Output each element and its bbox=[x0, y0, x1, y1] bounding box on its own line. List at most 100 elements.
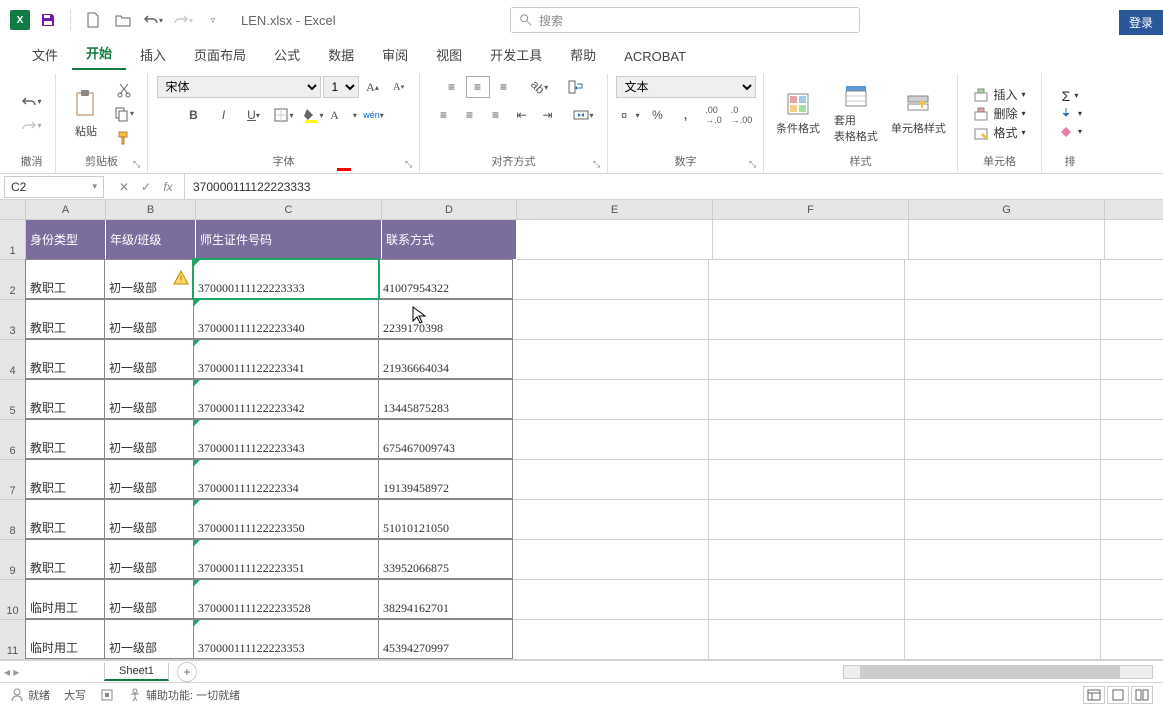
name-box[interactable]: C2▾ bbox=[4, 176, 104, 198]
row-header-6[interactable]: 6 bbox=[0, 420, 26, 460]
cell-F2[interactable] bbox=[709, 260, 905, 300]
status-accessibility[interactable]: 辅助功能: 一切就绪 bbox=[128, 687, 240, 703]
accounting-format-button[interactable]: ¤▾ bbox=[618, 104, 642, 126]
cell-D5[interactable]: 13445875283 bbox=[378, 379, 513, 419]
cell-G9[interactable] bbox=[905, 540, 1101, 580]
conditional-format-button[interactable]: 条件格式 bbox=[772, 79, 824, 149]
cell-B2[interactable]: 初一级部! bbox=[104, 259, 194, 299]
cell-A5[interactable]: 教职工 bbox=[25, 379, 105, 419]
fx-button[interactable]: fx bbox=[158, 177, 178, 197]
cell-A6[interactable]: 教职工 bbox=[25, 419, 105, 459]
accept-formula-button[interactable]: ✓ bbox=[136, 177, 156, 197]
new-sheet-button[interactable]: + bbox=[177, 662, 197, 682]
cell-D7[interactable]: 19139458972 bbox=[378, 459, 513, 499]
tab-review[interactable]: 审阅 bbox=[368, 39, 422, 70]
copy-button[interactable]: ▾ bbox=[112, 103, 136, 125]
cell-G7[interactable] bbox=[905, 460, 1101, 500]
format-cells-button[interactable]: 格式▾ bbox=[973, 124, 1025, 141]
cell-G6[interactable] bbox=[905, 420, 1101, 460]
cell-D9[interactable]: 33952066875 bbox=[378, 539, 513, 579]
cell-F4[interactable] bbox=[709, 340, 905, 380]
page-break-view-button[interactable] bbox=[1131, 686, 1153, 704]
number-format-select[interactable]: 文本 bbox=[616, 76, 756, 98]
redo-button[interactable]: ▾ bbox=[171, 8, 195, 32]
cell-C1[interactable]: 师生证件号码 bbox=[196, 220, 382, 260]
increase-indent-button[interactable]: ⇥ bbox=[536, 104, 560, 126]
insert-cells-button[interactable]: 插入▾ bbox=[973, 86, 1025, 103]
cell-B1[interactable]: 年级/班级 bbox=[106, 220, 196, 260]
cut-button[interactable] bbox=[112, 79, 136, 101]
increase-decimal-button[interactable]: .00→.0 bbox=[702, 104, 726, 126]
cell-E4[interactable] bbox=[513, 340, 709, 380]
cell-E8[interactable] bbox=[513, 500, 709, 540]
cell-A11[interactable]: 临时用工 bbox=[25, 619, 105, 659]
cell-A8[interactable]: 教职工 bbox=[25, 499, 105, 539]
cancel-formula-button[interactable]: ✕ bbox=[114, 177, 134, 197]
decrease-font-button[interactable]: A▾ bbox=[387, 76, 411, 98]
save-button[interactable] bbox=[36, 8, 60, 32]
cell-C2[interactable]: 370000111122223333 bbox=[193, 259, 379, 299]
tab-devtools[interactable]: 开发工具 bbox=[476, 39, 556, 70]
search-box[interactable]: 搜索 bbox=[510, 7, 860, 33]
cell-B3[interactable]: 初一级部 bbox=[104, 299, 194, 339]
tab-help[interactable]: 帮助 bbox=[556, 39, 610, 70]
border-button[interactable]: ▾ bbox=[272, 104, 296, 126]
align-right-button[interactable]: ≡ bbox=[484, 104, 508, 126]
align-left-button[interactable]: ≡ bbox=[432, 104, 456, 126]
italic-button[interactable]: I bbox=[212, 104, 236, 126]
cell-A9[interactable]: 教职工 bbox=[25, 539, 105, 579]
sheet-tab-sheet1[interactable]: Sheet1 bbox=[104, 663, 169, 681]
orientation-button[interactable]: ab▾ bbox=[528, 76, 552, 98]
font-launcher[interactable]: ⤡ bbox=[405, 159, 417, 171]
row-header-3[interactable]: 3 bbox=[0, 300, 26, 340]
cell-B9[interactable]: 初一级部 bbox=[104, 539, 194, 579]
cell-B4[interactable]: 初一级部 bbox=[104, 339, 194, 379]
col-header-E[interactable]: E bbox=[517, 200, 713, 219]
align-middle-button[interactable]: ≡ bbox=[466, 76, 490, 98]
cell-C9[interactable]: 370000111122223351 bbox=[193, 539, 379, 579]
col-header-B[interactable]: B bbox=[106, 200, 196, 219]
merge-center-button[interactable]: ▾ bbox=[572, 104, 596, 126]
new-file-button[interactable] bbox=[81, 8, 105, 32]
cell-E2[interactable] bbox=[513, 260, 709, 300]
align-launcher[interactable]: ⤡ bbox=[593, 159, 605, 171]
cell-A1[interactable]: 身份类型 bbox=[26, 220, 106, 260]
font-name-select[interactable]: 宋体 bbox=[157, 76, 321, 98]
table-format-button[interactable]: 套用 表格格式 bbox=[828, 79, 884, 149]
cell-C10[interactable]: 3700001111222233528 bbox=[193, 579, 379, 619]
row-header-8[interactable]: 8 bbox=[0, 500, 26, 540]
cell-B8[interactable]: 初一级部 bbox=[104, 499, 194, 539]
cell-D6[interactable]: 675467009743 bbox=[378, 419, 513, 459]
cell-B10[interactable]: 初一级部 bbox=[104, 579, 194, 619]
comma-button[interactable]: , bbox=[674, 104, 698, 126]
cell-D8[interactable]: 51010121050 bbox=[378, 499, 513, 539]
horizontal-scrollbar[interactable] bbox=[843, 665, 1153, 679]
cell-D2[interactable]: 41007954322 bbox=[378, 259, 513, 299]
page-layout-view-button[interactable] bbox=[1107, 686, 1129, 704]
cell-D3[interactable]: 2239170398 bbox=[378, 299, 513, 339]
row-header-4[interactable]: 4 bbox=[0, 340, 26, 380]
open-file-button[interactable] bbox=[111, 8, 135, 32]
cell-G3[interactable] bbox=[905, 300, 1101, 340]
cell-E5[interactable] bbox=[513, 380, 709, 420]
cell-E3[interactable] bbox=[513, 300, 709, 340]
cell-F10[interactable] bbox=[709, 580, 905, 620]
undo-button[interactable]: ▾ bbox=[141, 8, 165, 32]
tab-insert[interactable]: 插入 bbox=[126, 39, 180, 70]
cell-E1[interactable] bbox=[517, 220, 713, 260]
tab-acrobat[interactable]: ACROBAT bbox=[610, 43, 700, 70]
row-header-1[interactable]: 1 bbox=[0, 220, 26, 260]
wrap-text-button[interactable] bbox=[564, 76, 588, 98]
cell-C3[interactable]: 370000111122223340 bbox=[193, 299, 379, 339]
cell-G8[interactable] bbox=[905, 500, 1101, 540]
redo-ribbon-button[interactable]: ▾ bbox=[20, 115, 44, 137]
cell-F3[interactable] bbox=[709, 300, 905, 340]
row-header-11[interactable]: 11 bbox=[0, 620, 26, 660]
delete-cells-button[interactable]: 删除▾ bbox=[973, 105, 1025, 122]
col-header-F[interactable]: F bbox=[713, 200, 909, 219]
tab-home[interactable]: 开始 bbox=[72, 37, 126, 70]
cell-B5[interactable]: 初一级部 bbox=[104, 379, 194, 419]
format-painter-button[interactable] bbox=[112, 127, 136, 149]
tab-formulas[interactable]: 公式 bbox=[260, 39, 314, 70]
cell-G5[interactable] bbox=[905, 380, 1101, 420]
